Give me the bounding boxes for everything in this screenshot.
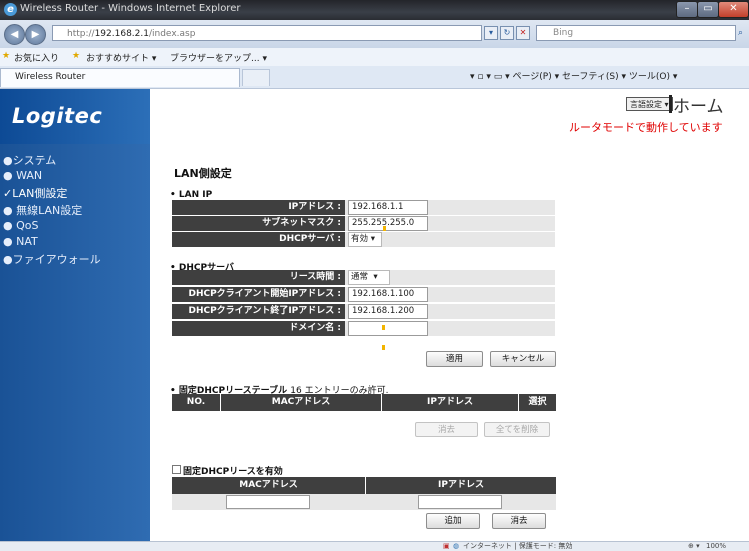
router-mode-status: ルータモードで動作しています: [569, 121, 723, 134]
tab-wireless-router[interactable]: Wireless Router: [0, 68, 240, 87]
page-title: LAN側設定: [174, 167, 232, 180]
static-lease-enable-label: 固定DHCPリースを有効: [183, 467, 283, 477]
col-ip-header: IPアドレス: [382, 394, 518, 411]
command-bar[interactable]: ▾ ▫ ▾ ▭ ▾ ページ(P) ▾ セーフティ(S) ▾ ツール(O) ▾: [470, 69, 677, 82]
cancel-button[interactable]: キャンセル: [490, 351, 556, 367]
browser-upgrade-link[interactable]: ブラウザーをアップ... ▾: [170, 51, 267, 64]
lan-ip-heading: • LAN IP: [170, 190, 213, 200]
language-select[interactable]: 言語設定 ▾: [626, 97, 673, 111]
lease-time-label: リース時間 :: [172, 270, 345, 285]
col-mac-header: MACアドレス: [221, 394, 381, 411]
ip-address-input[interactable]: 192.168.1.1: [348, 200, 428, 215]
cursor-marker: [382, 345, 385, 350]
dhcp-end-input[interactable]: 192.168.1.200: [348, 304, 428, 319]
ie-logo-icon: e: [4, 3, 17, 16]
refresh-icon[interactable]: ↻: [500, 26, 514, 40]
dhcp-server-label: DHCPサーバ :: [172, 232, 345, 247]
search-icon[interactable]: ⌕: [738, 28, 743, 38]
static-mac-input[interactable]: [226, 495, 310, 509]
url-field[interactable]: http://192.168.2.1/index.asp: [52, 25, 482, 41]
sidebar-nav: ●システム ● WAN ✓LAN側設定 ● 無線LAN設定 ● QoS ● NA…: [0, 144, 150, 541]
sidebar-item-nat[interactable]: ● NAT: [3, 235, 38, 248]
sidebar-item-wireless[interactable]: ● 無線LAN設定: [3, 202, 82, 218]
subnet-mask-label: サブネットマスク :: [172, 216, 345, 231]
sidebar-item-system[interactable]: ●システム: [3, 152, 56, 168]
address-toolbar: ◀ ▶ http://192.168.2.1/index.asp ▾ ↻ ✕ B…: [0, 20, 749, 48]
add-button[interactable]: 追加: [426, 513, 480, 529]
recommended-sites-link[interactable]: おすすめサイト ▾: [86, 51, 156, 64]
clear-button[interactable]: 消去: [492, 513, 546, 529]
dhcp-server-select[interactable]: 有効 ▾: [348, 232, 382, 247]
close-button[interactable]: ✕: [718, 1, 749, 18]
back-icon[interactable]: ◀: [4, 24, 25, 45]
window-titlebar: e Wireless Router - Windows Internet Exp…: [0, 0, 749, 20]
sidebar-item-lan[interactable]: ✓LAN側設定: [3, 185, 67, 201]
enable-col-mac-header: MACアドレス: [172, 477, 365, 494]
new-tab-button[interactable]: [242, 69, 270, 86]
delete-all-button[interactable]: 全てを削除: [484, 422, 550, 437]
dhcp-end-label: DHCPクライアント終了IPアドレス :: [172, 304, 345, 319]
col-select-header: 選択: [519, 394, 556, 411]
sidebar-item-wan[interactable]: ● WAN: [3, 169, 42, 182]
dhcp-start-label: DHCPクライアント開始IPアドレス :: [172, 287, 345, 302]
minimize-button[interactable]: –: [676, 1, 698, 18]
sidebar-item-qos[interactable]: ● QoS: [3, 219, 38, 232]
stop-icon[interactable]: ✕: [516, 26, 530, 40]
domain-name-label: ドメイン名 :: [172, 321, 345, 336]
favorites-button[interactable]: お気に入り: [14, 51, 59, 64]
logo-area: Logitec: [0, 89, 150, 144]
maximize-button[interactable]: ▭: [697, 1, 719, 18]
home-link[interactable]: ホーム: [673, 92, 724, 117]
domain-name-input[interactable]: [348, 321, 428, 336]
col-no-header: NO.: [172, 394, 220, 411]
dhcp-start-input[interactable]: 192.168.1.100: [348, 287, 428, 302]
apply-button[interactable]: 適用: [426, 351, 483, 367]
subnet-mask-input[interactable]: 255.255.255.0: [348, 216, 428, 231]
compat-view-icon[interactable]: ▾: [484, 26, 498, 40]
home-divider: [669, 95, 672, 113]
delete-selected-button[interactable]: 消去: [415, 422, 478, 437]
lease-time-select[interactable]: 通常 ▾: [348, 270, 390, 285]
ip-address-label: IPアドレス :: [172, 200, 345, 215]
static-ip-input[interactable]: [418, 495, 502, 509]
sidebar-item-firewall[interactable]: ●ファイアウォール: [3, 251, 101, 267]
router-page: Logitec 言語設定 ▾ ホーム ルータモードで動作しています ●システム …: [0, 89, 749, 541]
forward-icon[interactable]: ▶: [25, 24, 46, 45]
enable-col-ip-header: IPアドレス: [366, 477, 556, 494]
header-banner: Logitec 言語設定 ▾ ホーム ルータモードで動作しています: [0, 89, 749, 144]
window-title: Wireless Router - Windows Internet Explo…: [20, 3, 241, 14]
add-favorite-icon[interactable]: ★: [72, 51, 80, 61]
favorites-star-icon: ★: [2, 51, 11, 61]
search-input[interactable]: Bing: [536, 25, 736, 41]
favorites-bar: ★ お気に入り ★ おすすめサイト ▾ ブラウザーをアップ... ▾: [0, 48, 749, 67]
cursor-marker: [383, 226, 386, 231]
cursor-marker: [382, 325, 385, 330]
logitec-logo: Logitec: [12, 104, 103, 128]
static-lease-checkbox[interactable]: [172, 465, 181, 474]
